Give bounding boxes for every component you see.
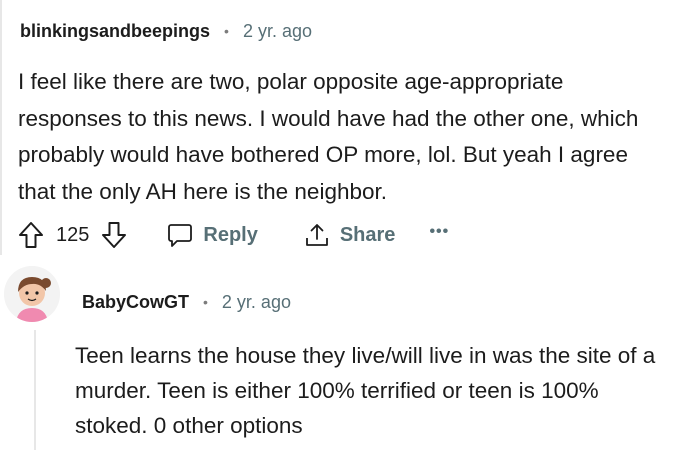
reply-body: Teen learns the house they live/will liv… <box>75 338 700 443</box>
comment-line: I feel like there are two, polar opposit… <box>18 69 564 94</box>
vote-group: 125 <box>18 221 127 249</box>
reply-button[interactable]: Reply <box>167 222 258 248</box>
share-icon <box>304 222 330 248</box>
comment-timestamp[interactable]: 2 yr. ago <box>243 21 312 42</box>
comment-line: probably would have bothered OP more, lo… <box>18 142 628 167</box>
reply-header: BabyCowGT • 2 yr. ago <box>82 288 291 316</box>
thread-line[interactable] <box>34 330 36 450</box>
vote-score: 125 <box>56 223 90 246</box>
share-button[interactable]: Share <box>304 222 396 248</box>
thread-line[interactable] <box>0 0 2 255</box>
reply-author[interactable]: BabyCowGT <box>82 292 189 313</box>
comment-line: responses to this news. I would have had… <box>18 105 639 131</box>
comment-bubble-icon <box>167 222 193 248</box>
reply-line: murder. Teen is either 100% terrified or… <box>75 378 599 403</box>
reply-line: Teen learns the house they live/will liv… <box>75 343 656 368</box>
reply-timestamp[interactable]: 2 yr. ago <box>222 292 291 313</box>
separator-dot: • <box>224 23 229 39</box>
avatar[interactable] <box>4 266 60 322</box>
comment-body: I feel like there are two, polar opposit… <box>18 64 698 210</box>
downvote-icon[interactable] <box>101 221 127 249</box>
more-options-icon[interactable]: ••• <box>429 223 449 241</box>
comment-line: that the only AH here is the neighbor. <box>18 178 387 204</box>
upvote-icon[interactable] <box>18 221 44 249</box>
share-label: Share <box>339 223 396 246</box>
separator-dot: • <box>203 294 208 310</box>
reply-label: Reply <box>203 223 258 246</box>
comment-actions: 125 Reply Share ••• <box>18 218 449 252</box>
comment-author[interactable]: blinkingsandbeepings <box>20 21 210 42</box>
reply-line: stoked. 0 other options <box>75 413 303 438</box>
reply-comment: BabyCowGT • 2 yr. ago Teen learns the ho… <box>0 262 700 450</box>
comment-header: blinkingsandbeepings • 2 yr. ago <box>20 18 312 44</box>
